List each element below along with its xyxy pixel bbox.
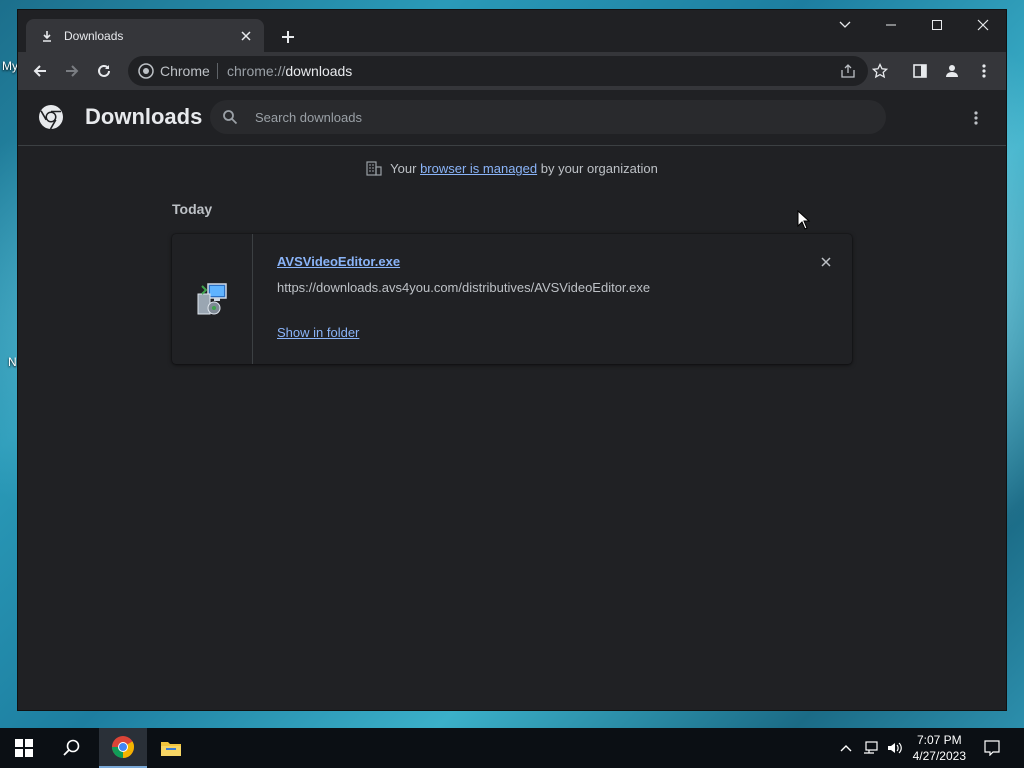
file-explorer-icon xyxy=(161,742,181,756)
clock-date: 4/27/2023 xyxy=(912,749,966,763)
managed-link[interactable]: browser is managed xyxy=(420,161,537,176)
profile-button[interactable] xyxy=(938,57,966,85)
date-heading: Today xyxy=(172,201,213,217)
profile-icon xyxy=(946,65,958,77)
side-panel-button[interactable] xyxy=(906,57,934,85)
site-label: Chrome xyxy=(160,63,210,79)
kebab-menu-icon xyxy=(974,111,978,125)
bookmark-button[interactable] xyxy=(866,57,894,85)
close-window-button[interactable] xyxy=(960,10,1006,40)
search-box[interactable] xyxy=(210,100,886,134)
chrome-icon xyxy=(112,736,134,758)
tab-strip: Downloads xyxy=(18,10,1006,52)
show-in-folder-link[interactable]: Show in folder xyxy=(277,325,359,340)
chrome-menu-button[interactable] xyxy=(970,57,998,85)
tab-title: Downloads xyxy=(64,28,124,43)
close-icon xyxy=(821,257,831,267)
chrome-window: Downloads Chrome chrome://downloads Down… xyxy=(18,10,1006,710)
desktop-icon-label[interactable]: N xyxy=(8,355,17,369)
chrome-icon xyxy=(138,63,154,79)
tab-search-button[interactable] xyxy=(822,10,868,40)
mouse-cursor-icon xyxy=(797,210,811,230)
installer-icon xyxy=(197,283,227,315)
file-icon-column xyxy=(172,234,253,364)
minimize-button[interactable] xyxy=(868,10,914,40)
download-icon xyxy=(39,28,55,44)
building-icon xyxy=(366,161,382,176)
reload-icon xyxy=(98,64,110,77)
file-name-link[interactable]: AVSVideoEditor.exe xyxy=(277,254,400,269)
notification-icon xyxy=(984,740,1000,756)
start-button[interactable] xyxy=(0,728,48,768)
side-panel-icon xyxy=(913,64,927,78)
taskbar-search-button[interactable] xyxy=(48,728,96,768)
star-icon xyxy=(872,63,888,79)
search-icon xyxy=(223,110,238,125)
tab-close-icon[interactable] xyxy=(236,26,256,46)
minimize-icon xyxy=(886,24,896,26)
search-icon xyxy=(63,739,80,756)
windows-start-icon xyxy=(15,739,33,757)
taskbar-file-explorer-button[interactable] xyxy=(147,728,195,768)
chrome-logo-icon xyxy=(39,105,63,130)
downloads-page: Downloads Your browser is managed by you… xyxy=(18,90,1006,710)
downloads-header: Downloads xyxy=(18,90,1006,146)
managed-text-after: by your organization xyxy=(537,161,658,176)
forward-button[interactable] xyxy=(58,57,86,85)
browser-toolbar: Chrome chrome://downloads xyxy=(18,52,1006,90)
divider xyxy=(217,63,218,79)
show-hidden-icons-button[interactable] xyxy=(836,728,856,768)
back-button[interactable] xyxy=(26,57,54,85)
managed-text-before: Your xyxy=(390,161,421,176)
forward-arrow-icon xyxy=(66,65,79,77)
action-center-button[interactable] xyxy=(978,728,1006,768)
maximize-icon xyxy=(932,20,942,30)
downloads-menu-button[interactable] xyxy=(964,106,988,130)
kebab-menu-icon xyxy=(982,64,986,78)
page-title: Downloads xyxy=(85,104,203,129)
file-source-url: https://downloads.avs4you.com/distributi… xyxy=(277,280,651,295)
chevron-down-icon xyxy=(839,21,851,28)
taskbar: 7:07 PM 4/27/2023 xyxy=(0,728,1024,768)
managed-notice: Your browser is managed by your organiza… xyxy=(18,160,1006,176)
tab-downloads[interactable]: Downloads xyxy=(26,19,264,52)
clock-time: 7:07 PM xyxy=(916,733,962,747)
system-clock[interactable]: 7:07 PM 4/27/2023 xyxy=(913,732,966,764)
back-arrow-icon xyxy=(33,65,46,77)
close-icon xyxy=(977,19,989,31)
search-input[interactable] xyxy=(255,108,855,126)
maximize-button[interactable] xyxy=(914,10,960,40)
new-tab-button[interactable] xyxy=(276,25,300,49)
chevron-up-icon xyxy=(840,745,852,752)
network-icon[interactable] xyxy=(860,728,882,768)
reload-button[interactable] xyxy=(90,57,118,85)
desktop-icon-label[interactable]: My xyxy=(2,59,18,73)
share-icon[interactable] xyxy=(840,63,856,79)
url-text[interactable]: chrome://downloads xyxy=(227,63,352,79)
download-item: AVSVideoEditor.exe https://downloads.avs… xyxy=(172,234,852,364)
taskbar-chrome-button[interactable] xyxy=(99,728,147,768)
remove-download-button[interactable] xyxy=(816,252,836,272)
volume-icon[interactable] xyxy=(884,728,906,768)
address-bar[interactable]: Chrome chrome://downloads xyxy=(128,56,868,86)
